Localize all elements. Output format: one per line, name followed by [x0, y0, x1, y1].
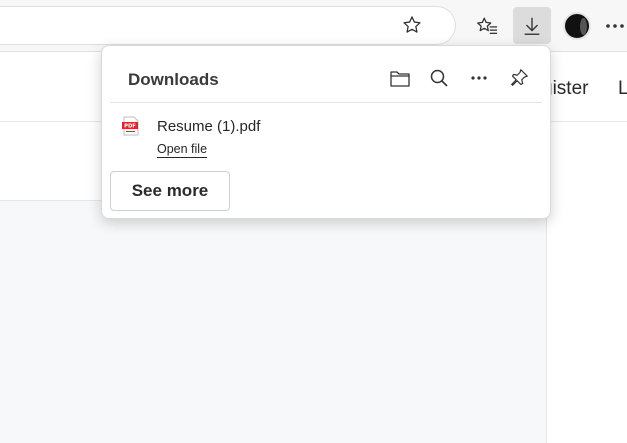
star-icon[interactable] [393, 6, 431, 43]
open-file-link[interactable]: Open file [157, 142, 208, 158]
address-bar[interactable] [0, 6, 456, 45]
avatar [563, 11, 591, 40]
pdf-file-icon: PDF [122, 116, 140, 136]
page-content-area [0, 201, 547, 443]
svg-text:PDF: PDF [124, 124, 136, 130]
more-icon[interactable] [603, 7, 627, 44]
see-more-button[interactable]: See more [110, 171, 230, 211]
favorites-icon[interactable] [468, 7, 506, 44]
downloads-actions [382, 64, 552, 92]
profile-avatar[interactable] [558, 7, 596, 44]
downloads-title: Downloads [128, 70, 219, 89]
more-options-icon[interactable] [465, 64, 493, 92]
nav-partial-link[interactable]: L [618, 78, 627, 100]
download-icon[interactable] [513, 7, 551, 44]
downloads-panel: Downloads PDF Resume (1).pdf Open file S… [101, 45, 551, 219]
open-folder-icon[interactable] [386, 64, 414, 92]
downloads-divider [110, 102, 542, 103]
search-icon[interactable] [425, 64, 453, 92]
download-file-name[interactable]: Resume (1).pdf [157, 118, 260, 135]
pin-icon[interactable] [505, 64, 533, 92]
